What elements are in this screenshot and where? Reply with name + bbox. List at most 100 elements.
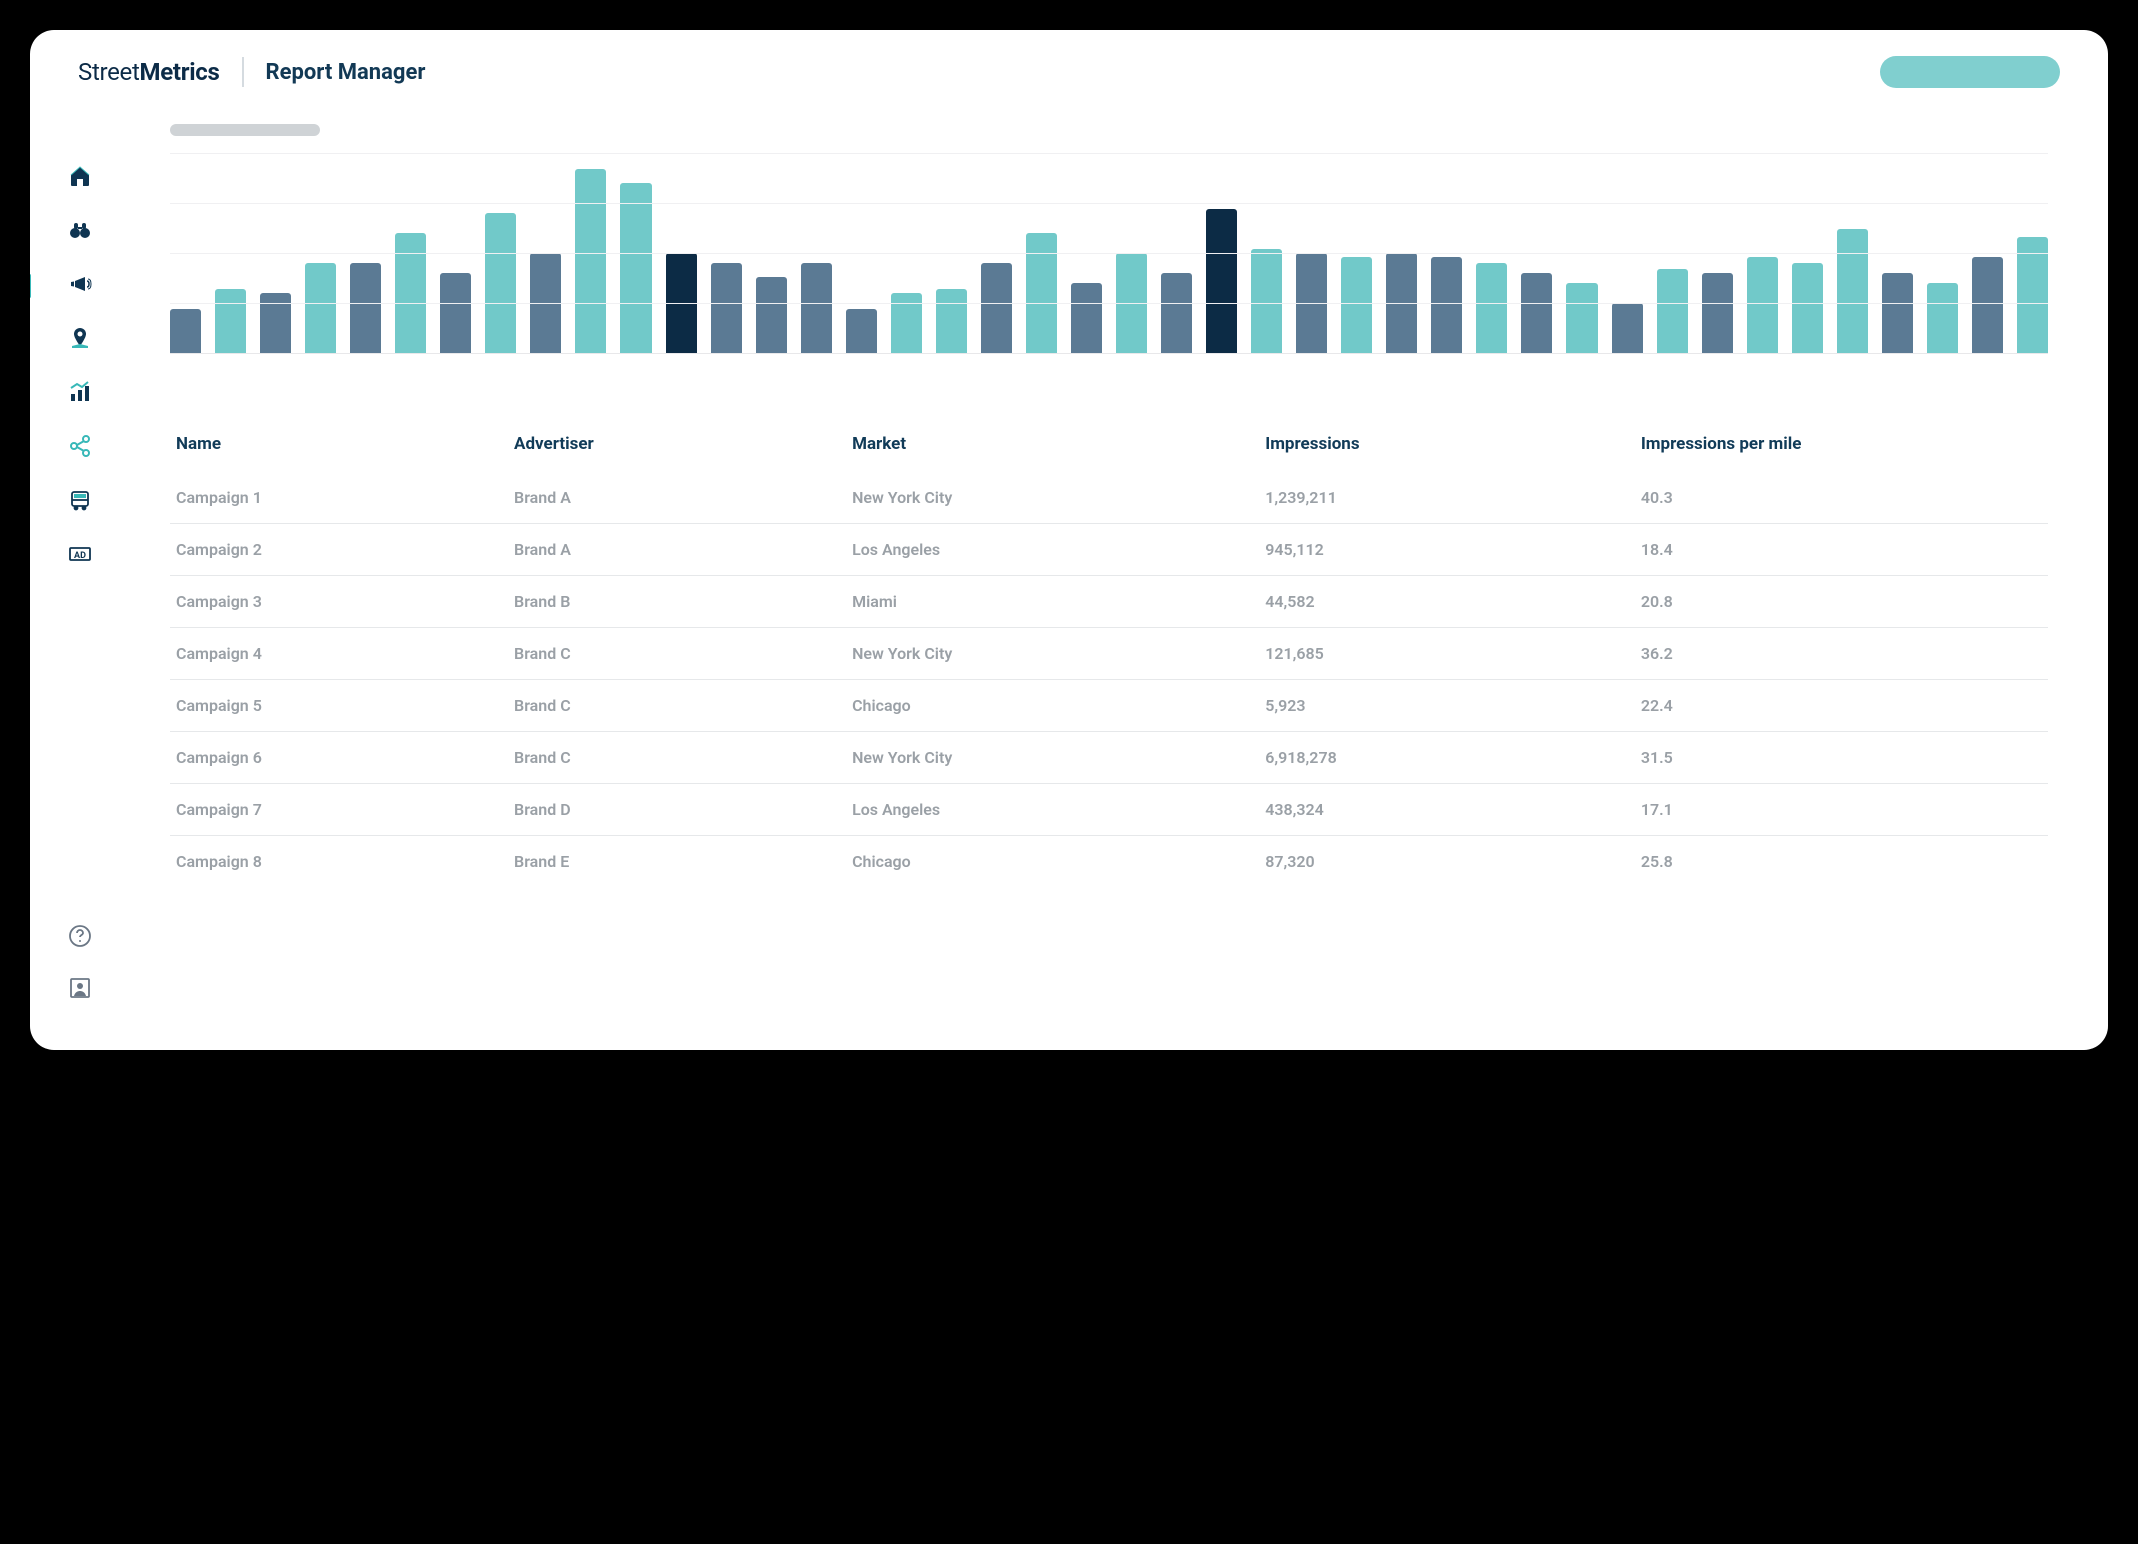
main-content: Name Advertiser Market Impressions Impre… (130, 104, 2108, 1044)
campaigns-table: Name Advertiser Market Impressions Impre… (170, 424, 2048, 887)
app-window: StreetMetrics Report Manager (30, 30, 2108, 1050)
chart-icon (68, 380, 92, 408)
sidebar: AD (30, 104, 130, 1044)
cell-advertiser: Brand A (508, 524, 846, 576)
cell-advertiser: Brand D (508, 784, 846, 836)
cell-market: New York City (846, 628, 1259, 680)
table-row[interactable]: Campaign 5Brand CChicago5,92322.4 (170, 680, 2048, 732)
cell-impressions: 121,685 (1259, 628, 1635, 680)
chart-bar[interactable] (1927, 283, 1958, 353)
chart-bar[interactable] (1882, 273, 1913, 353)
chart-bar[interactable] (846, 309, 877, 353)
chart-title-placeholder (170, 124, 320, 136)
cell-name: Campaign 3 (170, 576, 508, 628)
chart-bar[interactable] (620, 183, 651, 353)
cell-ipm: 20.8 (1635, 576, 2048, 628)
cell-market: Chicago (846, 680, 1259, 732)
sidebar-help[interactable] (66, 924, 94, 952)
cell-impressions: 6,918,278 (1259, 732, 1635, 784)
chart-bar[interactable] (395, 233, 426, 353)
sidebar-item-campaigns[interactable] (66, 272, 94, 300)
chart-bar[interactable] (350, 263, 381, 353)
sidebar-profile[interactable] (66, 976, 94, 1004)
cell-name: Campaign 5 (170, 680, 508, 732)
chart-gridline (170, 203, 2048, 204)
home-icon (68, 164, 92, 192)
chart-bar[interactable] (1792, 263, 1823, 353)
col-header-advertiser[interactable]: Advertiser (508, 424, 846, 472)
sidebar-item-binoculars[interactable] (66, 218, 94, 246)
chart-bar[interactable] (575, 169, 606, 353)
chart-gridline (170, 253, 2048, 254)
chart-bar[interactable] (1702, 273, 1733, 353)
cell-market: New York City (846, 732, 1259, 784)
chart-bar[interactable] (1251, 249, 1282, 353)
chart-bar[interactable] (2017, 237, 2048, 353)
cell-impressions: 438,324 (1259, 784, 1635, 836)
chart-bar[interactable] (1566, 283, 1597, 353)
chart-bar[interactable] (1521, 273, 1552, 353)
chart-bar[interactable] (305, 263, 336, 353)
chart-bar[interactable] (1747, 257, 1778, 353)
impressions-bar-chart (170, 154, 2048, 354)
chart-bar[interactable] (1431, 257, 1462, 353)
table-row[interactable]: Campaign 2Brand ALos Angeles945,11218.4 (170, 524, 2048, 576)
cell-market: Los Angeles (846, 784, 1259, 836)
sidebar-item-locations[interactable] (66, 326, 94, 354)
chart-bar[interactable] (1026, 233, 1057, 353)
col-header-market[interactable]: Market (846, 424, 1259, 472)
chart-bar[interactable] (756, 277, 787, 353)
header: StreetMetrics Report Manager (30, 30, 2108, 104)
header-action-pill[interactable] (1880, 56, 2060, 88)
table-header: Name Advertiser Market Impressions Impre… (170, 424, 2048, 472)
cell-name: Campaign 4 (170, 628, 508, 680)
ad-icon: AD (68, 542, 92, 570)
chart-bar[interactable] (260, 293, 291, 353)
table-row[interactable]: Campaign 3Brand BMiami44,58220.8 (170, 576, 2048, 628)
table-body: Campaign 1Brand ANew York City1,239,2114… (170, 472, 2048, 887)
chart-bar[interactable] (485, 213, 516, 353)
chart-bar[interactable] (1657, 269, 1688, 353)
sidebar-item-analytics[interactable] (66, 380, 94, 408)
chart-bar[interactable] (1972, 257, 2003, 353)
chart-bar[interactable] (170, 309, 201, 353)
chart-bar[interactable] (1206, 209, 1237, 353)
sidebar-item-ads[interactable]: AD (66, 542, 94, 570)
table-row[interactable]: Campaign 4Brand CNew York City121,68536.… (170, 628, 2048, 680)
chart-bar[interactable] (936, 289, 967, 353)
svg-text:AD: AD (74, 551, 86, 561)
table-row[interactable]: Campaign 8Brand EChicago87,32025.8 (170, 836, 2048, 888)
table-row[interactable]: Campaign 1Brand ANew York City1,239,2114… (170, 472, 2048, 524)
chart-bar[interactable] (981, 263, 1012, 353)
map-pin-icon (68, 326, 92, 354)
chart-bar[interactable] (1837, 229, 1868, 353)
header-divider (242, 57, 244, 87)
col-header-name[interactable]: Name (170, 424, 508, 472)
chart-bar[interactable] (1341, 257, 1372, 353)
chart-bar[interactable] (711, 263, 742, 353)
cell-ipm: 17.1 (1635, 784, 2048, 836)
cell-advertiser: Brand B (508, 576, 846, 628)
cell-ipm: 22.4 (1635, 680, 2048, 732)
chart-bar[interactable] (1161, 273, 1192, 353)
sidebar-item-transit[interactable] (66, 488, 94, 516)
cell-ipm: 25.8 (1635, 836, 2048, 888)
cell-ipm: 40.3 (1635, 472, 2048, 524)
col-header-ipm[interactable]: Impressions per mile (1635, 424, 2048, 472)
chart-bar[interactable] (1071, 283, 1102, 353)
cell-ipm: 18.4 (1635, 524, 2048, 576)
chart-bar[interactable] (801, 263, 832, 353)
cell-market: Chicago (846, 836, 1259, 888)
chart-bar[interactable] (440, 273, 471, 353)
sidebar-item-home[interactable] (66, 164, 94, 192)
chart-gridline (170, 303, 2048, 304)
chart-bar[interactable] (1476, 263, 1507, 353)
chart-bar[interactable] (215, 289, 246, 353)
chart-bar[interactable] (1612, 303, 1643, 353)
chart-bar[interactable] (891, 293, 922, 353)
table-row[interactable]: Campaign 7Brand DLos Angeles438,32417.1 (170, 784, 2048, 836)
sidebar-item-share[interactable] (66, 434, 94, 462)
col-header-impressions[interactable]: Impressions (1259, 424, 1635, 472)
cell-impressions: 44,582 (1259, 576, 1635, 628)
table-row[interactable]: Campaign 6Brand CNew York City6,918,2783… (170, 732, 2048, 784)
